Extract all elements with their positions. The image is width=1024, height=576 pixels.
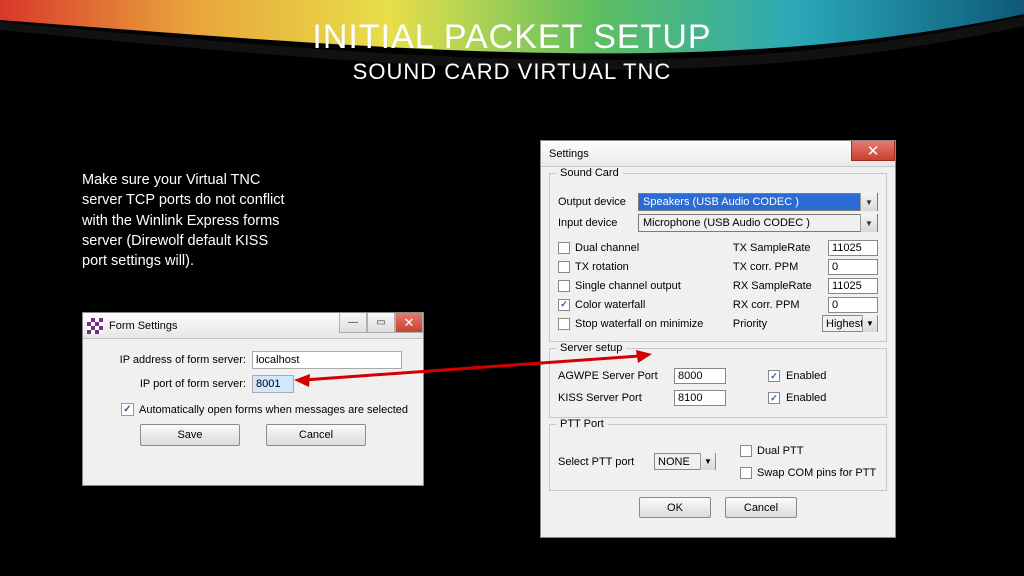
- input-device-select[interactable]: Microphone (USB Audio CODEC ) ▼: [638, 214, 878, 232]
- priority-select[interactable]: Highest▼: [822, 315, 878, 332]
- settings-cancel-button[interactable]: Cancel: [725, 497, 797, 518]
- dual-channel-label: Dual channel: [575, 242, 639, 254]
- slide-body-text: Make sure your Virtual TNC server TCP po…: [82, 170, 292, 271]
- settings-titlebar[interactable]: Settings ✕: [541, 141, 895, 167]
- tx-samplerate-label: TX SampleRate: [733, 242, 824, 254]
- form-settings-dialog: Form Settings — ▭ ✕ IP address of form s…: [82, 312, 424, 486]
- ip-port-label: IP port of form server:: [97, 378, 252, 390]
- tx-samplerate-input[interactable]: [828, 240, 878, 256]
- form-settings-titlebar[interactable]: Form Settings — ▭ ✕: [83, 313, 423, 339]
- form-settings-icon: [87, 318, 103, 334]
- chevron-down-icon: ▼: [860, 214, 877, 232]
- swap-com-checkbox[interactable]: [740, 467, 752, 479]
- dual-ptt-label: Dual PTT: [757, 445, 803, 457]
- color-waterfall-checkbox[interactable]: ✓: [558, 299, 570, 311]
- server-setup-group: Server setup AGWPE Server Port ✓ Enabled…: [549, 348, 887, 418]
- slide-title: INITIAL PACKET SETUP: [0, 18, 1024, 57]
- ip-address-input[interactable]: [252, 351, 402, 369]
- cancel-button[interactable]: Cancel: [266, 424, 366, 446]
- auto-open-label: Automatically open forms when messages a…: [139, 404, 408, 416]
- chevron-down-icon: ▼: [860, 193, 877, 211]
- close-button[interactable]: ✕: [395, 313, 423, 333]
- maximize-button[interactable]: ▭: [367, 313, 395, 333]
- ok-button[interactable]: OK: [639, 497, 711, 518]
- input-device-value: Microphone (USB Audio CODEC ): [643, 217, 810, 229]
- stop-waterfall-label: Stop waterfall on minimize: [575, 318, 703, 330]
- agwpe-enabled-checkbox[interactable]: ✓: [768, 370, 780, 382]
- chevron-down-icon: ▼: [700, 453, 715, 470]
- priority-label: Priority: [733, 318, 818, 330]
- ptt-port-select[interactable]: NONE ▼: [654, 453, 716, 470]
- settings-close-button[interactable]: ✕: [851, 141, 895, 161]
- tx-corr-label: TX corr. PPM: [733, 261, 824, 273]
- slide-title-block: INITIAL PACKET SETUP SOUND CARD VIRTUAL …: [0, 18, 1024, 85]
- dual-ptt-checkbox[interactable]: [740, 445, 752, 457]
- output-device-value: Speakers (USB Audio CODEC ): [643, 196, 799, 208]
- agwpe-port-input[interactable]: [674, 368, 726, 384]
- save-button[interactable]: Save: [140, 424, 240, 446]
- kiss-port-label: KISS Server Port: [558, 392, 668, 404]
- swap-com-label: Swap COM pins for PTT: [757, 467, 876, 479]
- chevron-down-icon: ▼: [862, 315, 877, 332]
- sound-card-group: Sound Card Output device Speakers (USB A…: [549, 173, 887, 342]
- tx-rotation-label: TX rotation: [575, 261, 629, 273]
- ptt-port-group: PTT Port Select PTT port NONE ▼ Dual PTT…: [549, 424, 887, 491]
- color-waterfall-label: Color waterfall: [575, 299, 645, 311]
- tx-rotation-checkbox[interactable]: [558, 261, 570, 273]
- rx-corr-input[interactable]: [828, 297, 878, 313]
- kiss-port-input[interactable]: [674, 390, 726, 406]
- kiss-enabled-checkbox[interactable]: ✓: [768, 392, 780, 404]
- output-device-label: Output device: [558, 196, 638, 208]
- rx-samplerate-label: RX SampleRate: [733, 280, 824, 292]
- agwpe-enabled-label: Enabled: [786, 370, 826, 382]
- ip-port-input[interactable]: [252, 375, 294, 393]
- priority-value: Highest: [826, 318, 863, 330]
- output-device-select[interactable]: Speakers (USB Audio CODEC ) ▼: [638, 193, 878, 211]
- ptt-port-caption: PTT Port: [556, 418, 608, 430]
- form-settings-title: Form Settings: [109, 320, 177, 332]
- settings-title: Settings: [549, 148, 589, 160]
- minimize-button[interactable]: —: [339, 313, 367, 333]
- ptt-port-value: NONE: [658, 456, 690, 468]
- auto-open-checkbox[interactable]: ✓: [121, 403, 134, 416]
- ptt-select-label: Select PTT port: [558, 456, 648, 468]
- input-device-label: Input device: [558, 217, 638, 229]
- sound-card-caption: Sound Card: [556, 167, 623, 179]
- server-setup-caption: Server setup: [556, 342, 626, 354]
- dual-channel-checkbox[interactable]: [558, 242, 570, 254]
- slide-subtitle: SOUND CARD VIRTUAL TNC: [0, 59, 1024, 85]
- agwpe-port-label: AGWPE Server Port: [558, 370, 668, 382]
- single-channel-label: Single channel output: [575, 280, 681, 292]
- ip-address-label: IP address of form server:: [97, 354, 252, 366]
- kiss-enabled-label: Enabled: [786, 392, 826, 404]
- rx-samplerate-input[interactable]: [828, 278, 878, 294]
- settings-dialog: Settings ✕ Sound Card Output device Spea…: [540, 140, 896, 538]
- stop-waterfall-checkbox[interactable]: [558, 318, 570, 330]
- rx-corr-label: RX corr. PPM: [733, 299, 824, 311]
- tx-corr-input[interactable]: [828, 259, 878, 275]
- single-channel-checkbox[interactable]: [558, 280, 570, 292]
